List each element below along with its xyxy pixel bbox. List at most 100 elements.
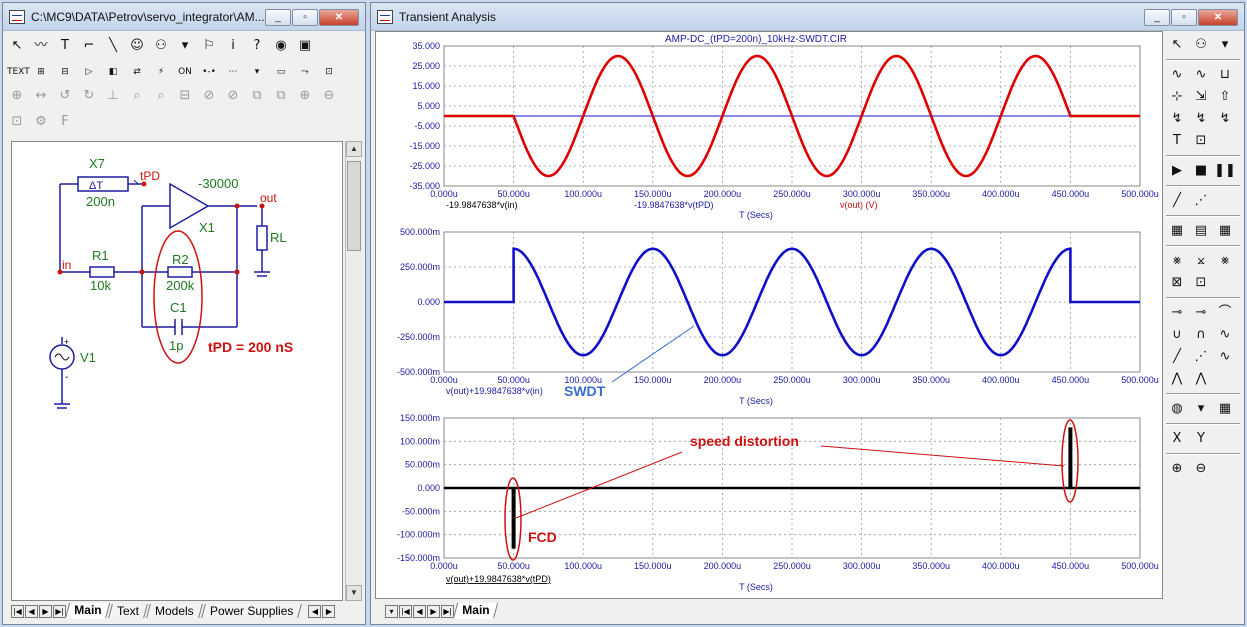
toolbar1-tool-0-icon[interactable]: ↖ (7, 36, 27, 56)
tab-last-icon[interactable]: ▶| (53, 604, 66, 618)
analysis-row6-tool-1-icon[interactable]: ■ (1190, 161, 1212, 181)
analysis-row12-tool-0-icon[interactable]: ∪ (1166, 325, 1188, 345)
analysis-row5-tool-0-icon[interactable]: T (1166, 131, 1188, 151)
schematic-canvas[interactable]: X7 ΔT 200n -30000 X1 RL R1 10k R2 200k C… (11, 141, 343, 601)
toolbar3-tool-8-icon[interactable]: ⊘ (199, 86, 219, 106)
tab-main[interactable]: Main (64, 603, 111, 619)
toolbar1-tool-5-icon[interactable]: ☺ (127, 36, 147, 56)
tab-text[interactable]: Text (108, 604, 149, 618)
analysis-row4-tool-1-icon[interactable]: ↯ (1190, 109, 1212, 129)
hscroll-right-icon[interactable]: ▶ (322, 604, 336, 618)
analysis-row6-tool-0-icon[interactable]: ▶ (1166, 161, 1188, 181)
analysis-row15-tool-1-icon[interactable]: ▾ (1190, 399, 1212, 419)
analysis-titlebar[interactable]: Transient Analysis _ ▫ ✕ (371, 3, 1244, 31)
analysis-row4-tool-0-icon[interactable]: ↯ (1166, 109, 1188, 129)
analysis-row1-tool-2-icon[interactable]: ▾ (1214, 35, 1236, 55)
toolbar2-tool-3-icon[interactable]: ▷ (79, 62, 99, 82)
toolbar4-tool-0-icon[interactable]: ⊡ (7, 112, 27, 132)
analysis-row11-tool-1-icon[interactable]: ⊸ (1190, 303, 1212, 323)
analysis-row6-tool-2-icon[interactable]: ❚❚ (1214, 161, 1236, 181)
toolbar3-tool-1-icon[interactable]: ↔ (31, 86, 51, 106)
toolbar3-tool-3-icon[interactable]: ↻ (79, 86, 99, 106)
analysis-tab-next-icon[interactable]: ▶ (427, 604, 440, 618)
toolbar2-tool-13-icon[interactable]: ⊡ (319, 62, 339, 82)
analysis-row4-tool-2-icon[interactable]: ↯ (1214, 109, 1236, 129)
analysis-row3-tool-0-icon[interactable]: ⊹ (1166, 87, 1188, 107)
analysis-close-button[interactable]: ✕ (1198, 9, 1238, 26)
toolbar3-tool-11-icon[interactable]: ⧉ (271, 86, 291, 106)
toolbar1-tool-1-icon[interactable]: 〰 (31, 36, 51, 56)
analysis-row2-tool-1-icon[interactable]: ∿ (1190, 65, 1212, 85)
toolbar4-tool-2-icon[interactable]: F (55, 112, 75, 132)
toolbar3-tool-10-icon[interactable]: ⧉ (247, 86, 267, 106)
toolbar1-tool-6-icon[interactable]: ⚇ (151, 36, 171, 56)
toolbar1-tool-11-icon[interactable]: ◉ (271, 36, 291, 56)
tab-next-icon[interactable]: ▶ (39, 604, 52, 618)
analysis-row11-tool-2-icon[interactable]: ⌒ (1214, 303, 1236, 323)
analysis-row9-tool-1-icon[interactable]: ⨲ (1190, 251, 1212, 271)
toolbar1-tool-2-icon[interactable]: T (55, 36, 75, 56)
analysis-row8-tool-2-icon[interactable]: ▦ (1214, 221, 1236, 241)
analysis-tab-prev2-icon[interactable]: ◀ (413, 604, 426, 618)
scroll-up-icon[interactable]: ▲ (346, 141, 362, 157)
analysis-row9-tool-2-icon[interactable]: ⨳ (1214, 251, 1236, 271)
analysis-row7-tool-0-icon[interactable]: ╱ (1166, 191, 1188, 211)
toolbar2-tool-10-icon[interactable]: ▾ (247, 62, 267, 82)
scroll-down-icon[interactable]: ▼ (346, 585, 362, 601)
analysis-tab-last-icon[interactable]: ▶| (441, 604, 454, 618)
analysis-row12-tool-1-icon[interactable]: ∩ (1190, 325, 1212, 345)
toolbar1-tool-4-icon[interactable]: ╲ (103, 36, 123, 56)
analysis-tab-prev-icon[interactable]: |◀ (399, 604, 412, 618)
analysis-row9-tool-0-icon[interactable]: ⨳ (1166, 251, 1188, 271)
schematic-vertical-scrollbar[interactable]: ▲ ▼ (345, 141, 362, 601)
analysis-row14-tool-1-icon[interactable]: ⋀ (1190, 369, 1212, 389)
toolbar1-tool-9-icon[interactable]: i (223, 36, 243, 56)
analysis-row13-tool-1-icon[interactable]: ⋰ (1190, 347, 1212, 367)
analysis-tab-main[interactable]: Main (452, 603, 499, 619)
tab-prev-icon[interactable]: ◀ (25, 604, 38, 618)
analysis-row16-tool-1-icon[interactable]: Y (1190, 429, 1212, 449)
analysis-row2-tool-0-icon[interactable]: ∿ (1166, 65, 1188, 85)
tab-models[interactable]: Models (146, 604, 203, 618)
scroll-thumb[interactable] (347, 161, 361, 251)
analysis-row17-tool-1-icon[interactable]: ⊖ (1190, 459, 1212, 479)
analysis-row10-tool-0-icon[interactable]: ⊠ (1166, 273, 1188, 293)
maximize-button[interactable]: ▫ (292, 9, 318, 26)
toolbar2-tool-9-icon[interactable]: ⋯ (223, 62, 243, 82)
toolbar3-tool-13-icon[interactable]: ⊖ (319, 86, 339, 106)
analysis-row1-tool-1-icon[interactable]: ⚇ (1190, 35, 1212, 55)
toolbar3-tool-4-icon[interactable]: ⊥ (103, 86, 123, 106)
analysis-row15-tool-0-icon[interactable]: ◍ (1166, 399, 1188, 419)
toolbar3-tool-0-icon[interactable]: ⊕ (7, 86, 27, 106)
analysis-row8-tool-1-icon[interactable]: ▤ (1190, 221, 1212, 241)
analysis-row2-tool-2-icon[interactable]: ⊔ (1214, 65, 1236, 85)
close-button[interactable]: ✕ (319, 9, 359, 26)
toolbar1-tool-12-icon[interactable]: ▣ (295, 36, 315, 56)
toolbar3-tool-5-icon[interactable]: ⌕ (127, 86, 147, 106)
toolbar3-tool-2-icon[interactable]: ↺ (55, 86, 75, 106)
toolbar1-tool-10-icon[interactable]: ? (247, 36, 267, 56)
tab-power-supplies[interactable]: Power Supplies (201, 604, 303, 618)
analysis-row17-tool-0-icon[interactable]: ⊕ (1166, 459, 1188, 479)
toolbar2-tool-12-icon[interactable]: ⤳ (295, 62, 315, 82)
toolbar3-tool-7-icon[interactable]: ⊟ (175, 86, 195, 106)
toolbar2-tool-1-icon[interactable]: ⊞ (31, 62, 51, 82)
analysis-row15-tool-2-icon[interactable]: ▦ (1214, 399, 1236, 419)
toolbar3-tool-9-icon[interactable]: ⊘ (223, 86, 243, 106)
toolbar1-tool-3-icon[interactable]: ⌐ (79, 36, 99, 56)
toolbar2-tool-7-icon[interactable]: ON (175, 62, 195, 82)
tab-first-icon[interactable]: |◀ (11, 604, 24, 618)
analysis-row1-tool-0-icon[interactable]: ↖ (1166, 35, 1188, 55)
analysis-row10-tool-1-icon[interactable]: ⊡ (1190, 273, 1212, 293)
analysis-row13-tool-0-icon[interactable]: ╱ (1166, 347, 1188, 367)
analysis-tab-first-icon[interactable]: ▾ (385, 604, 398, 618)
analysis-row16-tool-0-icon[interactable]: X (1166, 429, 1188, 449)
toolbar2-tool-4-icon[interactable]: ◧ (103, 62, 123, 82)
toolbar2-tool-5-icon[interactable]: ⇄ (127, 62, 147, 82)
toolbar1-tool-8-icon[interactable]: ⚐ (199, 36, 219, 56)
analysis-row12-tool-2-icon[interactable]: ∿ (1214, 325, 1236, 345)
toolbar2-tool-11-icon[interactable]: ▭ (271, 62, 291, 82)
toolbar2-tool-2-icon[interactable]: ⊟ (55, 62, 75, 82)
analysis-row5-tool-1-icon[interactable]: ⊡ (1190, 131, 1212, 151)
analysis-row7-tool-1-icon[interactable]: ⋰ (1190, 191, 1212, 211)
